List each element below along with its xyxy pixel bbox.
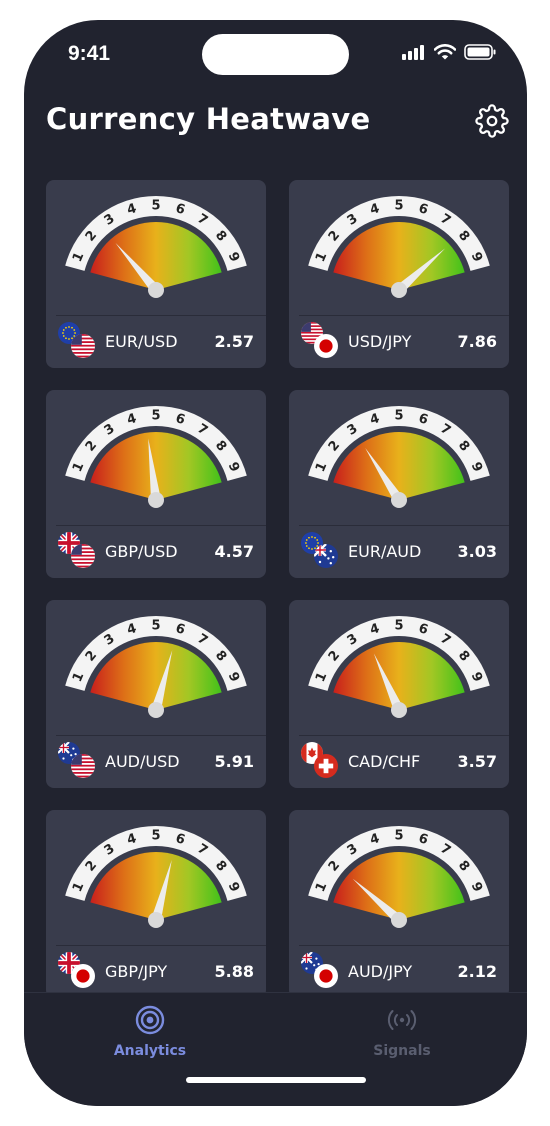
gauge-chart: 1234 5 6789 [65, 826, 247, 928]
currency-pair-label: EUR/USD [105, 332, 178, 351]
currency-pair-label: GBP/JPY [105, 962, 168, 981]
heat-value: 5.91 [214, 752, 254, 771]
gauge-dial [333, 852, 465, 920]
currency-card[interactable]: 1 2 3 4 5 6 7 8 9 EUR/AUD 3.03 [289, 390, 509, 578]
gauge-tick-label: 5 [151, 619, 160, 634]
gauge-tick-label: 5 [394, 619, 403, 634]
flag-pair [58, 742, 98, 782]
status-time: 9:41 [68, 42, 111, 65]
currency-card[interactable]: 1 2 3 4 5 6 7 8 9 AUD/USD 5.91 [46, 600, 266, 788]
gauge-pivot [391, 492, 407, 508]
currency-card[interactable]: 1 2 3 4 5 6 7 8 9 EUR/USD 2.57 [46, 180, 266, 368]
flag-pair [58, 952, 98, 992]
card-footer: GBP/USD 4.57 [46, 526, 266, 578]
gauge-chart: 1234 5 6789 [65, 406, 247, 508]
flag-pair [301, 532, 341, 572]
card-footer: EUR/AUD 3.03 [289, 526, 509, 578]
tab-signals[interactable]: Signals [302, 993, 502, 1073]
home-indicator [186, 1077, 366, 1083]
currency-card[interactable]: 1 2 3 4 5 6 7 8 9 AUD/JPY 2.12 [289, 810, 509, 998]
status-icons [402, 44, 497, 60]
gauge-tick-label: 5 [151, 409, 160, 424]
gauge-chart: 1234 5 6789 [308, 196, 490, 298]
heat-value: 3.57 [457, 752, 497, 771]
tab-signals-label: Signals [373, 1043, 431, 1059]
battery-icon [464, 44, 496, 60]
flag-us-icon [71, 544, 95, 568]
gauge-tick-label: 5 [394, 409, 403, 424]
currency-card[interactable]: 1 2 3 4 5 6 7 8 9 GBP/USD 4.57 [46, 390, 266, 578]
settings-button[interactable] [475, 104, 509, 138]
currency-pair-label: CAD/CHF [348, 752, 421, 771]
status-bar: 9:41 [24, 20, 527, 90]
currency-pair-label: AUD/JPY [348, 962, 413, 981]
flag-jp-icon [71, 964, 95, 988]
gauge-chart: 1234 5 6789 [308, 406, 490, 508]
heat-value: 2.12 [457, 962, 497, 981]
page-title: Currency Heatwave [46, 102, 371, 136]
gauge-chart: 1234 5 6789 [65, 196, 247, 298]
broadcast-icon [387, 1010, 417, 1030]
flag-jp-icon [314, 334, 338, 358]
gauge-tick-label: 5 [394, 829, 403, 844]
flag-pair [301, 952, 341, 992]
tab-analytics-label: Analytics [113, 1043, 187, 1059]
gear-icon [475, 104, 509, 138]
flag-us-icon [71, 334, 95, 358]
gauge-tick-label: 5 [394, 199, 403, 214]
card-footer: USD/JPY 7.86 [289, 316, 509, 368]
gauge-tick-label: 5 [151, 199, 160, 214]
tab-analytics[interactable]: Analytics [50, 993, 250, 1073]
currency-card[interactable]: 1 2 3 4 5 6 7 8 9 CAD/CHF 3.57 [289, 600, 509, 788]
gauge-pivot [148, 912, 164, 928]
gauge-pivot [148, 492, 164, 508]
currency-card[interactable]: 1 2 3 4 5 6 7 8 9 GBP/JPY 5.88 [46, 810, 266, 998]
flag-pair [301, 322, 341, 362]
gauge-chart: 1234 5 6789 [65, 616, 247, 718]
currency-pair-label: GBP/USD [105, 542, 178, 561]
gauge-pivot [391, 282, 407, 298]
flag-ch-icon [314, 754, 338, 778]
card-footer: AUD/JPY 2.12 [289, 946, 509, 998]
wifi-icon [434, 44, 456, 60]
card-footer: CAD/CHF 3.57 [289, 736, 509, 788]
gauge-chart: 1234 5 6789 [308, 826, 490, 928]
flag-jp-icon [314, 964, 338, 988]
signal-icon [402, 45, 424, 60]
currency-pair-label: USD/JPY [348, 332, 412, 351]
dynamic-island [202, 34, 349, 75]
heat-value: 7.86 [457, 332, 497, 351]
flag-us-icon [71, 754, 95, 778]
tab-bar: Analytics Signals [24, 992, 527, 1106]
target-icon [135, 1005, 165, 1035]
card-footer: EUR/USD 2.57 [46, 316, 266, 368]
heat-value: 5.88 [214, 962, 254, 981]
heat-value: 2.57 [214, 332, 254, 351]
gauge-pivot [391, 912, 407, 928]
currency-pair-label: EUR/AUD [348, 542, 422, 561]
currency-card[interactable]: 1 2 3 4 5 6 7 8 9 USD/JPY 7.86 [289, 180, 509, 368]
gauge-dial [90, 222, 222, 290]
phone-screen: 9:41 Currency Heatwave 1 2 3 4 5 6 7 8 9… [24, 20, 527, 1106]
flag-pair [301, 742, 341, 782]
gauge-dial [333, 432, 465, 500]
flag-au-icon [314, 544, 338, 568]
gauge-dial [333, 222, 465, 290]
gauge-chart: 1234 5 6789 [308, 616, 490, 718]
card-footer: AUD/USD 5.91 [46, 736, 266, 788]
gauge-pivot [391, 702, 407, 718]
currency-pair-label: AUD/USD [105, 752, 180, 771]
card-footer: GBP/JPY 5.88 [46, 946, 266, 998]
flag-pair [58, 322, 98, 362]
heat-value: 3.03 [457, 542, 497, 561]
gauge-tick-label: 5 [151, 829, 160, 844]
heat-value: 4.57 [214, 542, 254, 561]
gauge-pivot [148, 282, 164, 298]
gauge-pivot [148, 702, 164, 718]
flag-pair [58, 532, 98, 572]
